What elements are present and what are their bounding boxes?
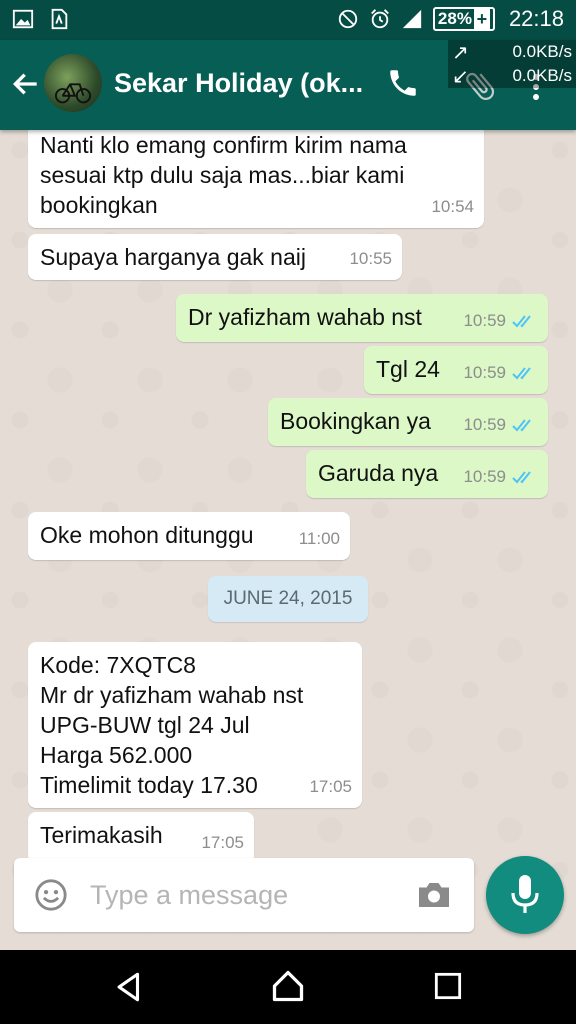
sim-icon (51, 8, 68, 30)
message-time: 10:59 (463, 415, 506, 434)
do-not-disturb-icon (338, 9, 358, 29)
contact-name[interactable]: Sekar Holiday (ok... (114, 68, 363, 99)
mic-button[interactable] (486, 856, 564, 934)
message-incoming[interactable]: Terimakasih 17:05 (28, 812, 254, 864)
nav-back-icon[interactable] (112, 970, 146, 1004)
message-incoming[interactable]: Nanti klo emang confirm kirim nama sesua… (28, 130, 484, 228)
clock: 22:18 (508, 6, 564, 31)
message-time: 11:00 (298, 529, 340, 548)
read-ticks-icon (512, 471, 531, 484)
message-input[interactable]: Type a message (90, 880, 288, 911)
upload-speed: 0.0KB/s (512, 42, 572, 61)
message-incoming[interactable]: Kode: 7XQTC8 Mr dr yafizham wahab nst UP… (28, 642, 362, 808)
bicycle-icon (54, 83, 92, 104)
message-text: Kode: 7XQTC8 Mr dr yafizham wahab nst UP… (40, 652, 304, 798)
read-ticks-icon (512, 419, 531, 432)
message-list[interactable]: Nanti klo emang confirm kirim nama sesua… (0, 130, 576, 950)
message-text: Supaya harganya gak naij (40, 244, 306, 270)
upload-arrow-icon: ↗ (452, 42, 469, 64)
message-time: 10:59 (463, 467, 506, 486)
message-outgoing[interactable]: Garuda nya 10:59 (306, 450, 548, 498)
message-outgoing[interactable]: Dr yafizham wahab nst 10:59 (176, 294, 548, 342)
message-outgoing[interactable]: Tgl 24 10:59 (364, 346, 548, 394)
message-incoming[interactable]: Oke mohon ditunggu 11:00 (28, 512, 350, 560)
battery-icon: 28% + (432, 7, 495, 31)
read-ticks-icon (512, 367, 531, 380)
message-time: 10:59 (463, 363, 506, 382)
battery-level: 28% (437, 9, 472, 28)
nav-recents-icon[interactable] (434, 972, 462, 1000)
charging-plus-icon: + (473, 8, 490, 30)
message-outgoing[interactable]: Bookingkan ya 10:59 (268, 398, 548, 446)
message-time: 10:54 (431, 197, 474, 216)
message-time: 10:55 (349, 249, 392, 268)
back-arrow-icon[interactable] (10, 68, 42, 100)
emoji-icon[interactable] (34, 878, 68, 912)
message-time: 17:05 (309, 777, 352, 796)
date-divider: JUNE 24, 2015 (208, 576, 368, 622)
camera-icon[interactable] (416, 880, 452, 910)
gallery-icon (12, 9, 34, 29)
system-navigation-bar (0, 950, 576, 1024)
download-speed: 0.0KB/s (512, 66, 572, 85)
avatar[interactable] (44, 54, 102, 112)
status-bar: 28% + 22:18 (0, 0, 576, 40)
chat-header: Sekar Holiday (ok... ↗ ↙ 0.0KB/s 0.0KB/s (0, 40, 576, 130)
message-time: 17:05 (201, 833, 244, 852)
alarm-icon (371, 9, 389, 29)
message-composer[interactable]: Type a message (14, 858, 474, 932)
message-text: Oke mohon ditunggu (40, 522, 254, 548)
message-time: 10:59 (463, 311, 506, 330)
signal-icon (402, 9, 422, 29)
mic-icon (511, 875, 539, 913)
nav-home-icon[interactable] (270, 968, 306, 1004)
message-incoming[interactable]: Supaya harganya gak naij 10:55 (28, 234, 402, 280)
read-ticks-icon (512, 315, 531, 328)
download-arrow-icon: ↙ (452, 66, 469, 88)
call-icon[interactable] (386, 66, 420, 100)
message-text: Nanti klo emang confirm kirim nama sesua… (40, 132, 407, 218)
network-speed-overlay: ↗ ↙ 0.0KB/s 0.0KB/s (448, 40, 576, 88)
